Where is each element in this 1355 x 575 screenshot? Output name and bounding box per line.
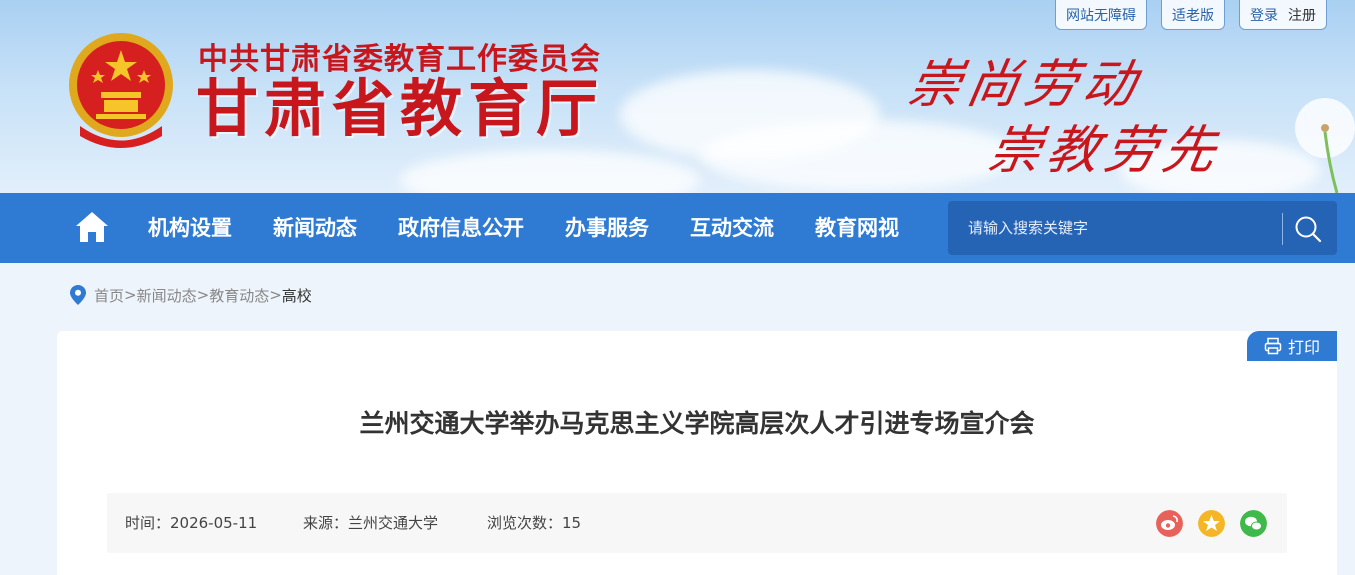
nav-item-news[interactable]: 新闻动态: [273, 193, 357, 263]
article-source: 来源：兰州交通大学: [303, 514, 439, 532]
breadcrumb-separator: >: [124, 286, 137, 304]
breadcrumb-news[interactable]: 新闻动态: [137, 285, 197, 306]
breadcrumb-edu-news[interactable]: 教育动态: [209, 285, 269, 306]
nav-item-edu-tv[interactable]: 教育网视: [815, 193, 899, 263]
accessible-mode-link[interactable]: 网站无障碍: [1055, 0, 1147, 30]
search-divider: [1282, 213, 1283, 245]
nav-item-interaction[interactable]: 互动交流: [690, 193, 774, 263]
qzone-share-icon[interactable]: [1198, 510, 1225, 537]
print-button[interactable]: 打印: [1247, 331, 1337, 361]
dandelion-decoration-icon: [1295, 98, 1355, 193]
elderly-mode-link[interactable]: 适老版: [1161, 0, 1225, 30]
nav-menu: 机构设置 新闻动态 政府信息公开 办事服务 互动交流 教育网视: [148, 193, 940, 263]
search-icon[interactable]: [1294, 215, 1322, 243]
article-meta-bar: 时间：2026-05-11 来源：兰州交通大学 浏览次数：15: [107, 493, 1287, 553]
register-link[interactable]: 注册: [1288, 5, 1316, 25]
print-label: 打印: [1287, 338, 1320, 357]
location-pin-icon: [70, 285, 86, 305]
view-count: 浏览次数：15: [487, 514, 582, 532]
weibo-share-icon[interactable]: [1156, 510, 1183, 537]
cloud-decoration: [400, 150, 700, 193]
elderly-mode-label: 适老版: [1172, 7, 1214, 24]
nav-item-services[interactable]: 办事服务: [565, 193, 649, 263]
printer-icon: [1264, 337, 1282, 355]
breadcrumb-separator: >: [196, 286, 210, 304]
national-emblem-icon: [69, 33, 173, 148]
accessible-mode-label: 网站无障碍: [1066, 7, 1136, 24]
login-link[interactable]: 登录: [1250, 5, 1278, 25]
article-panel: 打印 兰州交通大学举办马克思主义学院高层次人才引进专场宣介会 时间：2026-0…: [57, 331, 1337, 575]
nav-item-gov-info[interactable]: 政府信息公开: [398, 193, 524, 263]
publish-time: 时间：2026-05-11: [125, 514, 258, 532]
nav-item-organization[interactable]: 机构设置: [148, 193, 232, 263]
article-title: 兰州交通大学举办马克思主义学院高层次人才引进专场宣介会: [359, 409, 1035, 438]
search-input[interactable]: [948, 201, 1278, 255]
site-header: 网站无障碍 适老版 登录 注册 中共甘肃省委教育工作委员会 甘肃省教育厅 崇尚劳…: [0, 0, 1355, 193]
site-title: 甘肃省教育厅: [196, 72, 605, 145]
top-utility-links: 网站无障碍 适老版 登录 注册: [1055, 0, 1327, 30]
breadcrumb-separator: >: [269, 286, 282, 304]
search-box: [948, 201, 1337, 255]
main-navigation: 机构设置 新闻动态 政府信息公开 办事服务 互动交流 教育网视: [0, 193, 1355, 263]
login-register-links: 登录 注册: [1239, 0, 1327, 30]
breadcrumb-home[interactable]: 首页: [94, 285, 124, 306]
slogan-line-2: 崇教劳先: [983, 121, 1227, 181]
slogan-line-1: 崇尚劳动: [903, 55, 1147, 115]
wechat-share-icon[interactable]: [1240, 510, 1267, 537]
home-icon[interactable]: [74, 210, 110, 244]
breadcrumb-current: 高校: [281, 286, 312, 305]
cloud-decoration: [700, 120, 1020, 190]
breadcrumb: 首页 > 新闻动态 > 教育动态 > 高校: [70, 284, 312, 306]
